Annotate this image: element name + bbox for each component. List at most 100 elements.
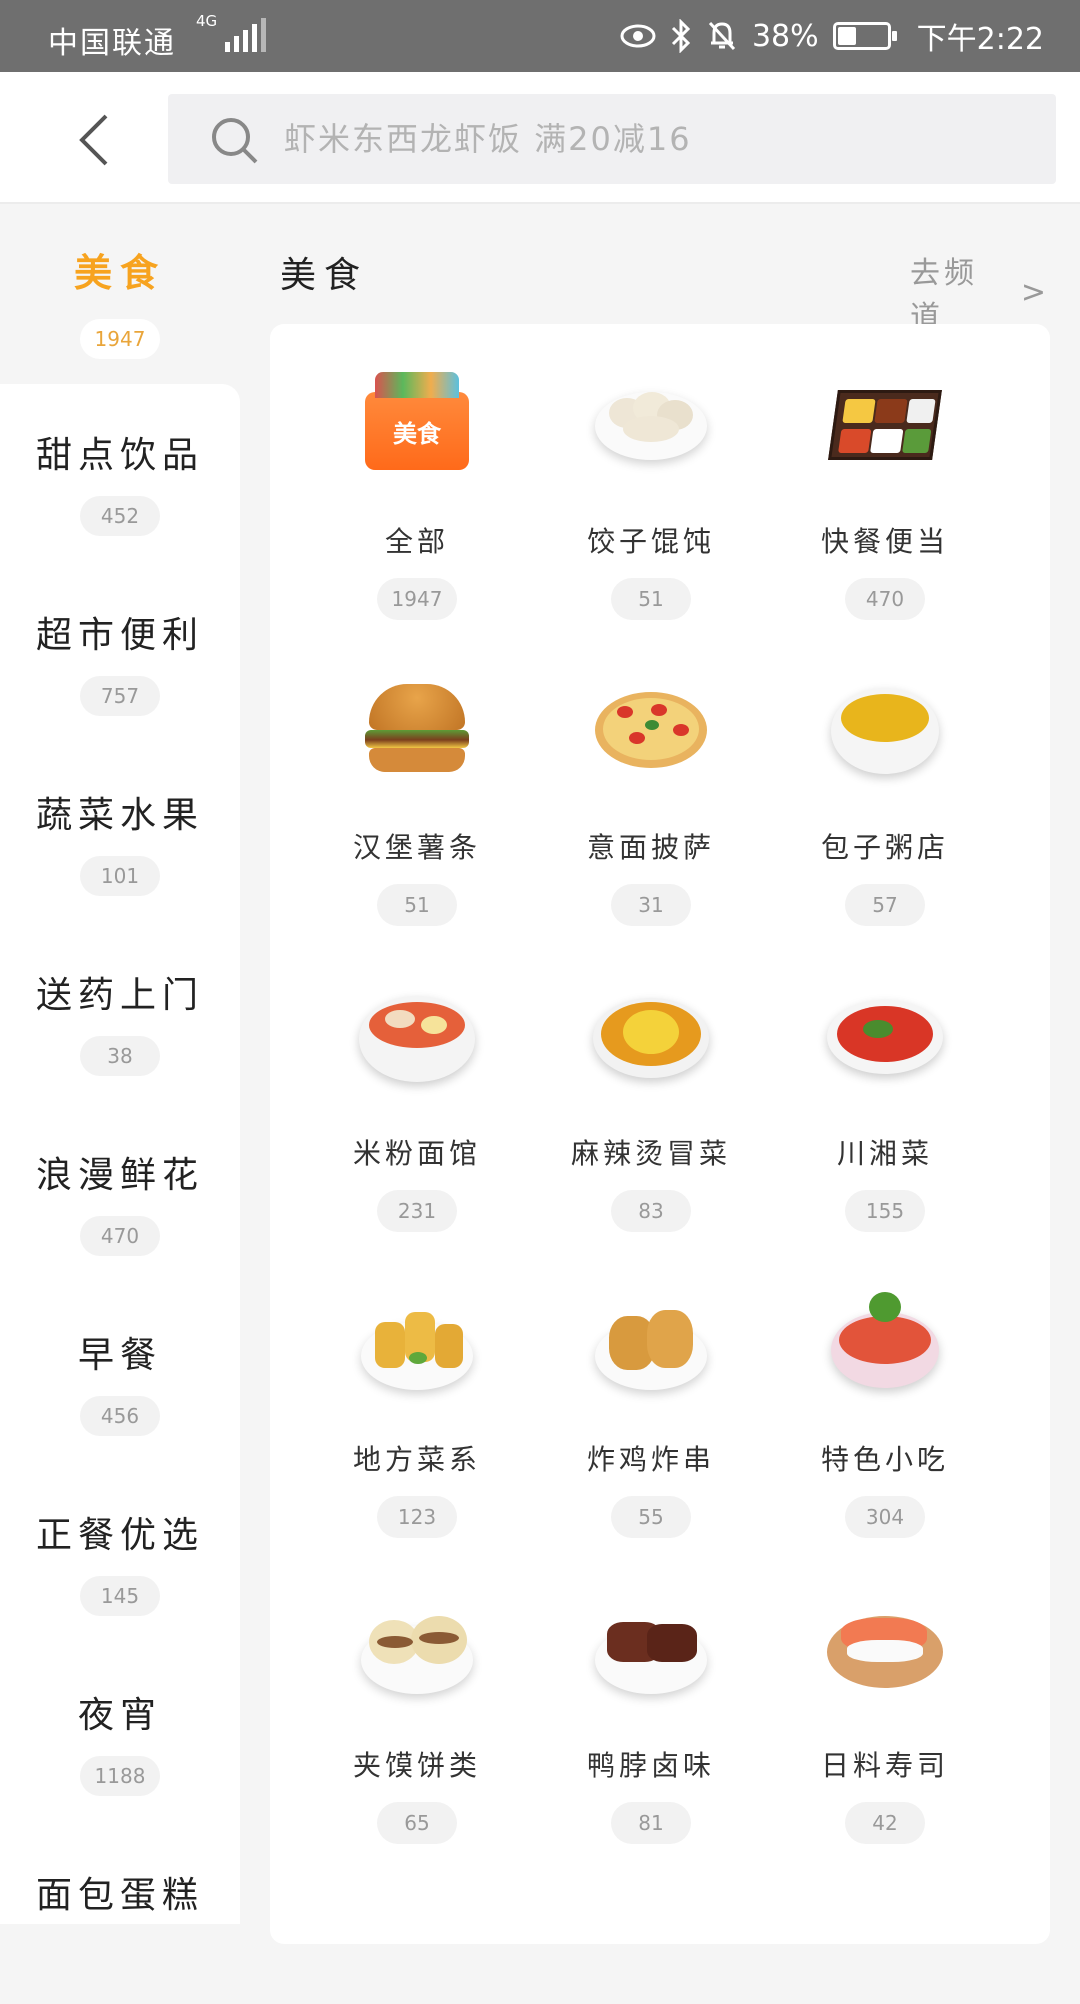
noodles-icon	[355, 976, 479, 1086]
category-label: 鸭脖卤味	[586, 1749, 715, 1782]
sidebar-item-produce[interactable]: 蔬菜水果 101	[0, 744, 240, 924]
braised-duck-icon	[589, 1588, 713, 1698]
category-count: 31	[611, 884, 691, 926]
sidebar-item-food[interactable]: 美食 1947	[0, 206, 240, 386]
category-label: 饺子馄饨	[586, 525, 715, 558]
category-label: 麻辣烫冒菜	[570, 1137, 731, 1170]
sidebar-item-count: 1188	[80, 1756, 160, 1796]
category-card: 美食 全部 1947 饺子馄饨 51 快餐便当 470 汉堡薯条 51 意面披萨…	[270, 324, 1050, 1944]
pizza-icon	[589, 670, 713, 780]
category-count: 470	[845, 578, 925, 620]
category-count: 55	[611, 1496, 691, 1538]
sidebar-item-label: 美食	[73, 251, 166, 295]
category-label: 地方菜系	[352, 1443, 481, 1476]
category-malatang[interactable]: 麻辣烫冒菜 83	[534, 960, 768, 1266]
sichuan-dish-icon	[823, 976, 947, 1086]
category-label: 快餐便当	[820, 525, 949, 558]
category-label: 炸鸡炸串	[586, 1443, 715, 1476]
category-label: 意面披萨	[586, 831, 715, 864]
back-arrow-icon[interactable]	[70, 112, 120, 168]
clock: 下午2:22	[916, 22, 1044, 57]
eye-icon	[620, 24, 656, 48]
category-count: 231	[377, 1190, 457, 1232]
sidebar-item-supermarket[interactable]: 超市便利 757	[0, 564, 240, 744]
go-to-channel-link[interactable]: 去频道 >	[910, 248, 1050, 336]
category-count: 51	[611, 578, 691, 620]
category-label: 汉堡薯条	[352, 831, 481, 864]
sidebar-item-bakery[interactable]: 面包蛋糕	[0, 1824, 240, 2004]
category-porridge[interactable]: 包子粥店 57	[768, 654, 1002, 960]
sidebar-item-count: 470	[80, 1216, 160, 1256]
chevron-right-icon: >	[1020, 274, 1050, 310]
signal-icon: 4G	[196, 12, 267, 52]
snack-bowl-icon	[823, 1282, 947, 1392]
category-noodles[interactable]: 米粉面馆 231	[300, 960, 534, 1266]
malatang-icon	[589, 976, 713, 1086]
category-label: 特色小吃	[820, 1443, 949, 1476]
sidebar-item-meals[interactable]: 正餐优选 145	[0, 1464, 240, 1644]
sidebar-item-flowers[interactable]: 浪漫鲜花 470	[0, 1104, 240, 1284]
sidebar-item-label: 正餐优选	[35, 1515, 204, 1556]
category-fried-chicken[interactable]: 炸鸡炸串 55	[534, 1266, 768, 1572]
category-label: 全部	[384, 525, 449, 558]
category-regional[interactable]: 地方菜系 123	[300, 1266, 534, 1572]
category-count: 304	[845, 1496, 925, 1538]
sidebar-item-count: 452	[80, 496, 160, 536]
sidebar-item-count: 456	[80, 1396, 160, 1436]
channel-link-label: 去频道	[910, 256, 978, 335]
category-burgers[interactable]: 汉堡薯条 51	[300, 654, 534, 960]
category-snacks[interactable]: 特色小吃 304	[768, 1266, 1002, 1572]
search-icon	[212, 118, 258, 164]
sidebar-item-label: 夜宵	[77, 1695, 162, 1736]
category-label: 包子粥店	[820, 831, 949, 864]
bluetooth-icon	[671, 19, 691, 53]
category-pizza[interactable]: 意面披萨 31	[534, 654, 768, 960]
sidebar-item-desserts[interactable]: 甜点饮品 452	[0, 384, 240, 564]
sidebar-item-count: 38	[80, 1036, 160, 1076]
sidebar-item-pharmacy[interactable]: 送药上门 38	[0, 924, 240, 1104]
sidebar-item-count: 101	[80, 856, 160, 896]
sidebar-item-label: 甜点饮品	[35, 435, 204, 476]
burger-icon	[355, 670, 479, 780]
bento-icon	[823, 364, 947, 474]
category-label: 夹馍饼类	[352, 1749, 481, 1782]
header	[0, 72, 1080, 204]
category-count: 81	[611, 1802, 691, 1844]
sidebar-item-count: 1947	[80, 319, 160, 359]
carrier-label: 中国联通	[48, 26, 176, 61]
category-count: 83	[611, 1190, 691, 1232]
dumplings-icon	[589, 364, 713, 474]
sidebar-item-label: 送药上门	[35, 975, 204, 1016]
category-label: 米粉面馆	[352, 1137, 481, 1170]
sidebar-item-label: 面包蛋糕	[35, 1875, 204, 1916]
category-sushi[interactable]: 日料寿司 42	[768, 1572, 1002, 1878]
category-count: 123	[377, 1496, 457, 1538]
sidebar-item-late-night[interactable]: 夜宵 1188	[0, 1644, 240, 1824]
category-count: 51	[377, 884, 457, 926]
category-sichuan[interactable]: 川湘菜 155	[768, 960, 1002, 1266]
sidebar-item-count: 145	[80, 1576, 160, 1616]
search-input[interactable]	[284, 94, 1024, 184]
category-sidebar: 美食 1947 甜点饮品 452 超市便利 757 蔬菜水果 101 送药上门 …	[0, 206, 240, 1924]
category-count: 42	[845, 1802, 925, 1844]
sidebar-item-breakfast[interactable]: 早餐 456	[0, 1284, 240, 1464]
search-bar[interactable]	[168, 94, 1056, 184]
category-count: 1947	[377, 578, 457, 620]
category-fast-food[interactable]: 快餐便当 470	[768, 348, 1002, 654]
battery-percent: 38%	[751, 18, 819, 54]
sidebar-item-label: 早餐	[77, 1335, 162, 1376]
sidebar-item-label: 蔬菜水果	[35, 795, 204, 836]
category-label: 川湘菜	[836, 1137, 933, 1170]
status-bar: 中国联通 4G 38% 下午2:22	[0, 0, 1080, 72]
sushi-icon	[823, 1588, 947, 1698]
category-grid: 美食 全部 1947 饺子馄饨 51 快餐便当 470 汉堡薯条 51 意面披萨…	[300, 348, 1020, 1878]
category-count: 57	[845, 884, 925, 926]
category-all[interactable]: 美食 全部 1947	[300, 348, 534, 654]
category-flatbread[interactable]: 夹馍饼类 65	[300, 1572, 534, 1878]
sidebar-item-count: 757	[80, 676, 160, 716]
fried-chicken-icon	[589, 1282, 713, 1392]
network-type: 4G	[196, 12, 218, 30]
porridge-icon	[823, 670, 947, 780]
category-dumplings[interactable]: 饺子馄饨 51	[534, 348, 768, 654]
category-braised[interactable]: 鸭脖卤味 81	[534, 1572, 768, 1878]
